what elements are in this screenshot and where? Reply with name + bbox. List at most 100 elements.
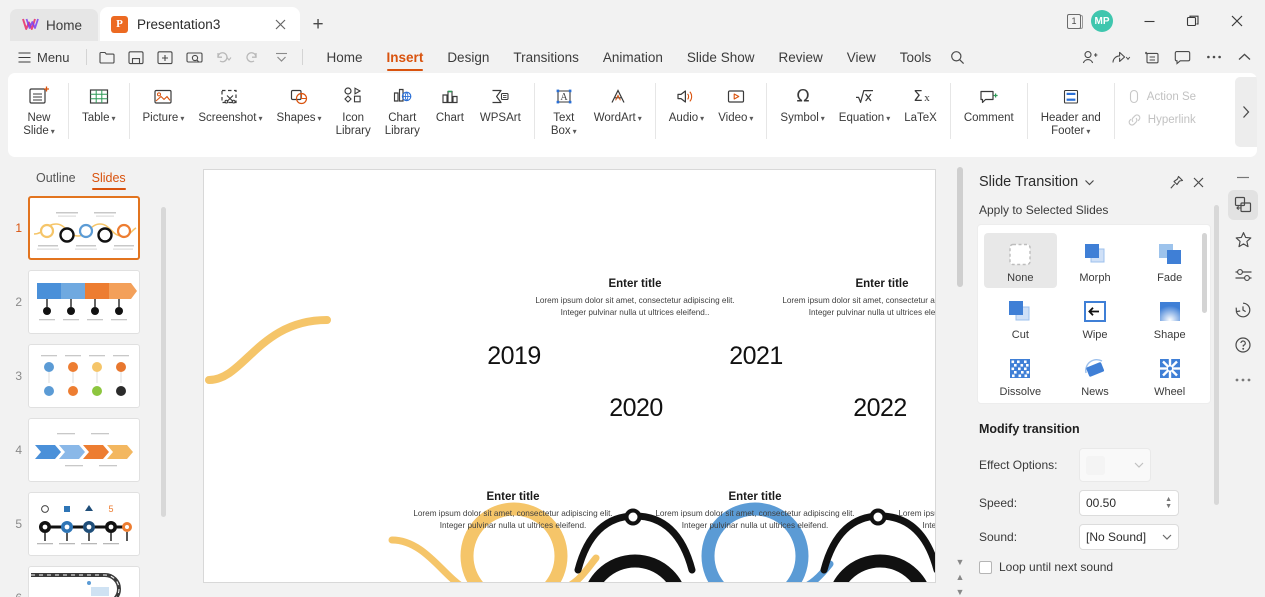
tab-transitions[interactable]: Transitions [501, 42, 591, 72]
slide-thumbnail-image[interactable] [28, 270, 140, 334]
tab-design[interactable]: Design [435, 42, 501, 72]
slide-thumbnail-image[interactable] [28, 418, 140, 482]
tab-home[interactable]: Home [315, 42, 375, 72]
expand-ribbon-button[interactable] [1235, 77, 1257, 147]
comment-button[interactable]: Comment [957, 79, 1021, 125]
collapse-ribbon-icon[interactable] [1230, 44, 1259, 70]
transition-cut[interactable]: Cut [984, 290, 1057, 345]
slide-canvas[interactable]: 2019 2020 2021 2022 2023 Enter title Lor… [203, 169, 936, 583]
canvas-scrollbar-track[interactable] [957, 167, 963, 557]
menu-button[interactable]: Menu [8, 44, 80, 70]
screenshot-button[interactable]: Screenshot▾ [191, 79, 269, 125]
slide-transition-icon[interactable] [1228, 190, 1258, 220]
slide-thumbnail-4[interactable]: 4 [6, 418, 170, 482]
customize-toolbar-icon[interactable] [267, 44, 296, 70]
tab-tools[interactable]: Tools [888, 42, 944, 72]
tab-animation[interactable]: Animation [591, 42, 675, 72]
transition-panel-scrollbar[interactable] [1214, 205, 1219, 505]
callout-top-2-title[interactable]: Enter title [792, 278, 936, 290]
callout-bottom-2-body[interactable]: Lorem ipsum dolor sit amet, consectetur … [649, 508, 861, 531]
icon-library-button[interactable]: Icon Library [329, 79, 378, 138]
symbol-button[interactable]: Ω Symbol▾ [773, 79, 831, 125]
more-options-icon[interactable] [1199, 44, 1228, 70]
slide-thumbnail-image[interactable]: 5 [28, 492, 140, 556]
sliders-icon[interactable] [1228, 260, 1258, 290]
save-icon[interactable] [122, 44, 151, 70]
transition-morph[interactable]: Morph [1059, 233, 1132, 288]
canvas-scrollbar-thumb[interactable] [957, 167, 963, 287]
more-icon[interactable] [1228, 365, 1258, 395]
share-icon[interactable] [1106, 44, 1135, 70]
transition-gallery[interactable]: None Morph [977, 224, 1211, 404]
speed-stepper[interactable]: ▲▼ [1165, 496, 1172, 510]
close-window-button[interactable] [1217, 7, 1257, 35]
audio-button[interactable]: Audio▾ [662, 79, 711, 125]
tab-review[interactable]: Review [766, 42, 834, 72]
present-icon[interactable] [1137, 44, 1166, 70]
slide-count-indicator[interactable]: 1 [1061, 9, 1087, 33]
action-settings-button[interactable]: Action Se [1121, 87, 1202, 107]
undo-icon[interactable] [209, 44, 238, 70]
transition-dissolve[interactable]: Dissolve [984, 347, 1057, 402]
document-tab[interactable]: P Presentation3 [100, 7, 300, 41]
callout-bottom-2-title[interactable]: Enter title [665, 491, 845, 503]
latex-button[interactable]: Σ x LaTeX [897, 79, 944, 125]
transition-news[interactable]: News [1059, 347, 1132, 402]
slide-thumbnail-image[interactable] [28, 566, 140, 597]
pin-icon[interactable] [1165, 171, 1187, 193]
slide-thumbnail-list[interactable]: 1 [0, 196, 170, 597]
callout-top-1-title[interactable]: Enter title [545, 278, 725, 290]
sound-dropdown[interactable]: [No Sound] [1079, 524, 1179, 550]
video-button[interactable]: Video▾ [711, 79, 760, 125]
tab-view[interactable]: View [835, 42, 888, 72]
close-panel-icon[interactable] [1187, 171, 1209, 193]
callout-top-2-body[interactable]: Lorem ipsum dolor sit amet, consectetur … [776, 295, 936, 318]
comment-icon[interactable] [1168, 44, 1197, 70]
loop-until-next-sound-row[interactable]: Loop until next sound [977, 554, 1211, 580]
callout-bottom-3-title[interactable]: Enter title [908, 491, 936, 503]
slide-thumbnail-image[interactable] [28, 196, 140, 260]
redo-icon[interactable] [238, 44, 267, 70]
speed-input[interactable]: 00.50 ▲▼ [1079, 490, 1179, 516]
open-folder-icon[interactable] [93, 44, 122, 70]
tab-insert[interactable]: Insert [375, 42, 436, 72]
scroll-fit-icon[interactable]: ▲ [956, 572, 965, 582]
scroll-down-icon[interactable]: ▼ [956, 557, 965, 567]
print-preview-icon[interactable] [180, 44, 209, 70]
history-icon[interactable] [1228, 295, 1258, 325]
share-user-icon[interactable] [1075, 44, 1104, 70]
transition-gallery-scrollbar[interactable] [1202, 233, 1207, 313]
table-button[interactable]: Table▾ [75, 79, 123, 125]
wpsart-button[interactable]: WPSArt [473, 79, 528, 125]
tab-outline[interactable]: Outline [36, 171, 76, 190]
avatar[interactable]: MP [1091, 10, 1113, 32]
slide-thumbnail-6[interactable]: 6 [6, 566, 170, 597]
minimize-button[interactable] [1129, 7, 1169, 35]
transition-none[interactable]: None [984, 233, 1057, 288]
slide-thumbnail-image[interactable] [28, 344, 140, 408]
maximize-button[interactable] [1173, 7, 1213, 35]
callout-bottom-3-body[interactable]: Lorem ipsum dolor sit amet, consectetur … [892, 508, 936, 531]
slide-thumbnail-5[interactable]: 5 5 [6, 492, 170, 556]
wordart-button[interactable]: WordArt▾ [587, 79, 649, 125]
chart-library-button[interactable]: Chart Library [378, 79, 427, 138]
slide-thumbnail-1[interactable]: 1 [6, 196, 170, 260]
chevron-down-icon[interactable] [1078, 171, 1100, 193]
equation-button[interactable]: Equation▾ [832, 79, 897, 125]
callout-bottom-1-title[interactable]: Enter title [423, 491, 603, 503]
picture-button[interactable]: Picture▾ [136, 79, 192, 125]
tab-slide-show[interactable]: Slide Show [675, 42, 767, 72]
tab-slides[interactable]: Slides [92, 171, 126, 190]
help-icon[interactable] [1228, 330, 1258, 360]
new-slide-button[interactable]: New Slide▾ [16, 79, 62, 138]
shapes-button[interactable]: Shapes▾ [270, 79, 329, 125]
transition-fade[interactable]: Fade [1133, 233, 1206, 288]
callout-bottom-1-body[interactable]: Lorem ipsum dolor sit amet, consectetur … [407, 508, 619, 531]
hyperlink-button[interactable]: Hyperlink [1121, 111, 1202, 129]
close-tab-icon[interactable] [269, 13, 291, 35]
canvas-scroll-buttons[interactable]: ▼ ▲ ▼ [953, 557, 967, 597]
scroll-end-icon[interactable]: ▼ [956, 587, 965, 597]
transition-wipe[interactable]: Wipe [1059, 290, 1132, 345]
slide-thumbnail-3[interactable]: 3 [6, 344, 170, 408]
effect-options-dropdown[interactable] [1079, 448, 1151, 482]
